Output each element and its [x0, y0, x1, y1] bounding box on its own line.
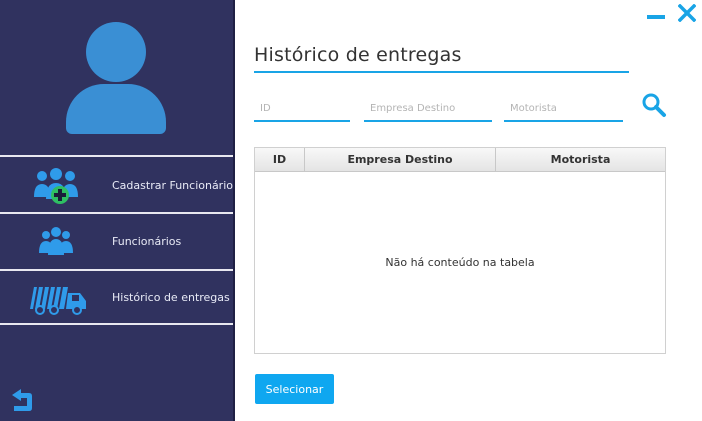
deliveries-table[interactable]: ID Empresa Destino Motorista Não há cont…: [254, 147, 666, 354]
table-header: ID Empresa Destino Motorista: [255, 148, 665, 172]
sidebar-item-label: Histórico de entregas: [112, 291, 230, 304]
column-header-id[interactable]: ID: [255, 148, 305, 171]
sidebar-divider: [0, 323, 233, 325]
sidebar-divider: [0, 155, 233, 157]
page-title: Histórico de entregas: [254, 44, 462, 66]
sidebar: Cadastrar Funcionário Funcionários Histó…: [0, 0, 235, 421]
minimize-icon[interactable]: [645, 6, 667, 24]
id-filter-input[interactable]: [254, 97, 350, 122]
title-underline: [254, 71, 629, 73]
motorista-filter-field: [504, 96, 623, 122]
column-header-motorista[interactable]: Motorista: [496, 148, 665, 171]
sidebar-item-label: Cadastrar Funcionário: [112, 179, 233, 192]
sidebar-item-historico-entregas[interactable]: Histórico de entregas: [0, 271, 233, 325]
avatar-body: [66, 84, 166, 134]
empresa-filter-field: [364, 96, 492, 122]
sidebar-item-cadastrar-funcionario[interactable]: Cadastrar Funcionário: [0, 159, 233, 213]
close-icon[interactable]: [678, 4, 696, 22]
select-button[interactable]: Selecionar: [255, 374, 334, 404]
back-arrow-icon[interactable]: [7, 386, 35, 414]
add-user-group-icon: [34, 168, 78, 204]
sidebar-divider: [0, 212, 233, 214]
user-avatar-icon: [66, 22, 166, 134]
table-empty-message: Não há conteúdo na tabela: [385, 256, 535, 269]
sidebar-item-label: Funcionários: [112, 235, 182, 248]
empresa-destino-input[interactable]: [364, 97, 492, 122]
avatar-head: [86, 22, 146, 82]
users-group-icon: [39, 227, 73, 255]
motorista-input[interactable]: [504, 97, 623, 122]
search-icon[interactable]: [641, 92, 667, 118]
column-header-empresa-destino[interactable]: Empresa Destino: [305, 148, 496, 171]
sidebar-item-funcionarios[interactable]: Funcionários: [0, 215, 233, 269]
delivery-truck-icon: [30, 286, 86, 315]
app-window: Cadastrar Funcionário Funcionários Histó…: [0, 0, 702, 421]
id-filter-field: [254, 96, 350, 122]
